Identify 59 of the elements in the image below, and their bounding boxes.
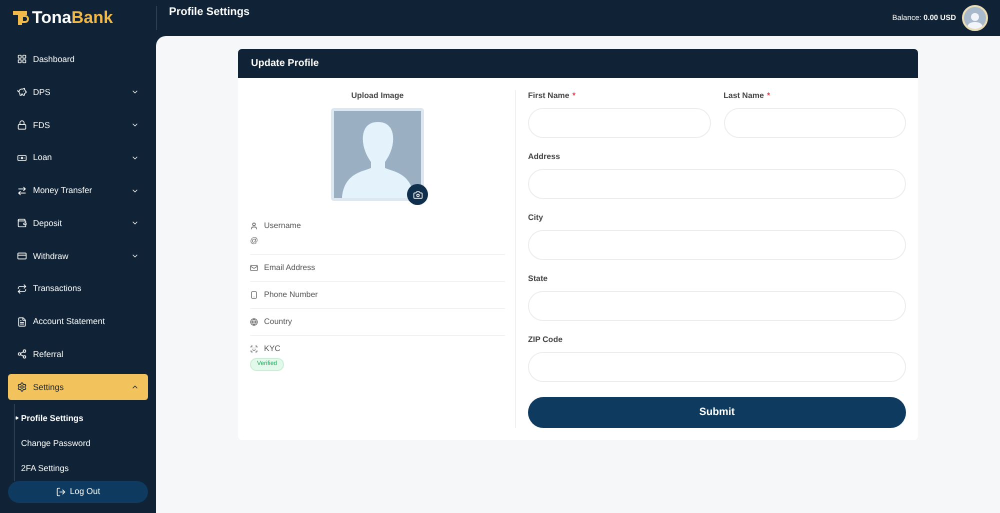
avatar[interactable] (962, 5, 988, 31)
submenu-item[interactable]: Change Password (15, 430, 156, 456)
sidebar-item[interactable]: Account Statement (8, 308, 148, 335)
sidebar-item[interactable]: Transactions (8, 276, 148, 302)
camera-icon (412, 190, 422, 200)
info-label: Username (264, 220, 301, 232)
sidebar-item[interactable]: Withdraw (8, 243, 148, 270)
sidebar-item[interactable]: Referral (8, 341, 148, 368)
field-label: State (528, 273, 548, 285)
document-icon (17, 316, 27, 327)
banknote-icon (17, 152, 27, 163)
piggy-bank-icon (17, 87, 27, 98)
card-header: Update Profile (238, 49, 918, 78)
profile-image-placeholder[interactable] (331, 108, 424, 201)
sidebar-item[interactable]: Settings (8, 374, 148, 400)
info-label: Country (264, 316, 292, 328)
person-silhouette-icon (342, 120, 414, 198)
phone-icon (250, 291, 258, 299)
person-silhouette-icon (967, 11, 983, 29)
sidebar-item[interactable]: Loan (8, 144, 148, 171)
field-label: ZIP Code (528, 334, 563, 346)
user-icon (250, 222, 258, 230)
grid-icon (17, 54, 27, 64)
required-mark: * (766, 90, 770, 102)
field-label: Address (528, 151, 560, 163)
sidebar-item[interactable]: Dashboard (8, 46, 148, 72)
logout-icon (56, 486, 66, 497)
card-icon (17, 251, 27, 262)
info-label: Email Address (264, 262, 316, 274)
brand-name: TonaBank (32, 7, 113, 30)
field-label: City (528, 212, 544, 224)
required-mark: * (572, 90, 576, 102)
submit-button[interactable]: Submit (528, 397, 906, 428)
sidebar-item[interactable]: FDS (8, 112, 148, 138)
upload-label: Upload Image (351, 90, 404, 102)
camera-button[interactable] (407, 184, 428, 205)
logo-icon (12, 9, 29, 27)
submenu-item[interactable]: Profile Settings (15, 406, 156, 431)
scan-icon (250, 345, 258, 353)
info-label: KYC (264, 343, 280, 355)
info-value: @ (250, 235, 260, 247)
sidebar-item[interactable]: Money Transfer (8, 178, 148, 204)
settings-icon (17, 382, 27, 392)
sidebar-item[interactable]: Deposit (8, 210, 148, 236)
submenu-item[interactable]: 2FA Settings (15, 456, 156, 481)
pointer-icon (15, 416, 19, 420)
sidebar-item[interactable]: DPS (8, 79, 148, 106)
page-title: Profile Settings (169, 4, 251, 20)
mail-icon (250, 264, 258, 272)
lock-icon (17, 120, 27, 130)
field-label: Last Name (724, 90, 764, 102)
transfer-icon (17, 186, 27, 196)
wallet-icon (17, 218, 27, 228)
network-icon (17, 349, 27, 360)
logout-button[interactable]: Log Out (8, 480, 148, 503)
info-label: Phone Number (264, 289, 318, 301)
globe-icon (250, 318, 258, 326)
exchange-icon (17, 284, 27, 294)
field-label: First Name (528, 90, 570, 102)
